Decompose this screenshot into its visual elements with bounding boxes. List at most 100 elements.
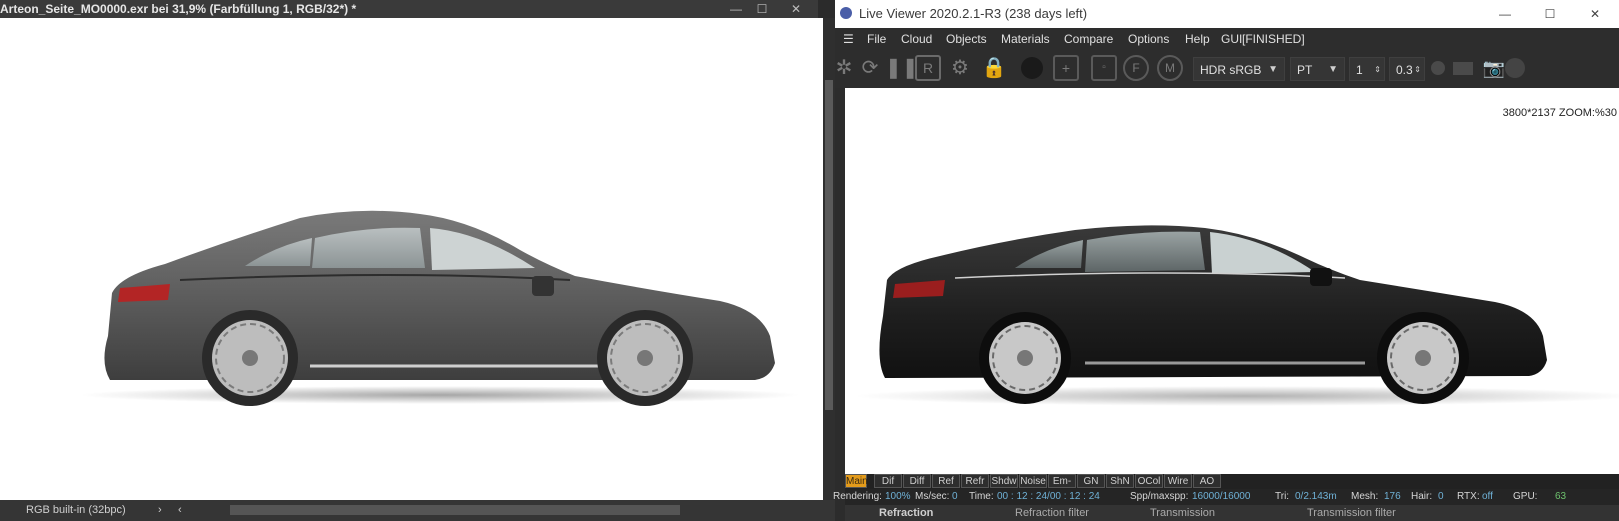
pass-main[interactable]: Main (845, 474, 868, 488)
kernel-select[interactable]: PT ▼ (1290, 57, 1345, 81)
color-profile-label: RGB built-in (32bpc) (26, 504, 126, 516)
tri-label: Tri: (1275, 491, 1290, 502)
menu-help[interactable]: Help (1185, 28, 1210, 50)
car-window-front (1210, 232, 1315, 274)
live-viewer-title: Live Viewer 2020.2.1-R3 (238 days left) (859, 6, 1088, 21)
gpu-value: 63 (1555, 491, 1567, 502)
time-value: 00 : 12 : 24/00 : 12 : 24 (997, 491, 1100, 502)
spp-label: Spp/maxspp: (1130, 491, 1189, 502)
render-toolbar: ✲ ⟳ ❚❚ R ⚙ 🔒 + ▫ F M HDR sRGB ▼ PT ▼ 1 ⇕… (835, 50, 1619, 88)
settings-icon[interactable]: ✲ (831, 55, 857, 81)
hair-label: Hair: (1411, 491, 1433, 502)
gpu-label: GPU: (1513, 491, 1538, 502)
close-icon[interactable]: ✕ (1585, 6, 1605, 22)
menu-file[interactable]: File (867, 28, 886, 50)
value-b-stepper[interactable]: 0.3 ⇕ (1389, 57, 1425, 81)
chevron-down-icon: ▼ (1268, 64, 1278, 75)
stepper-icon[interactable]: ⇕ (1414, 58, 1421, 82)
lock-icon[interactable]: 🔒 (981, 55, 1007, 81)
hamburger-menu-icon[interactable]: ☰ (843, 28, 854, 50)
transmission-filter-label[interactable]: Transmission filter (1307, 505, 1396, 521)
menu-gui[interactable]: GUI (1221, 28, 1242, 50)
close-icon[interactable]: ✕ (786, 1, 806, 17)
render-viewport[interactable]: 3800*2137 ZOOM:%30 (845, 88, 1619, 474)
pass-ref[interactable]: Ref (932, 474, 960, 488)
add-region-icon[interactable]: + (1053, 55, 1079, 81)
time-label: Time: (969, 491, 994, 502)
rendering-value: 100% (885, 491, 911, 502)
sphere-icon[interactable] (1505, 58, 1525, 78)
pause-icon[interactable]: ❚❚ (885, 55, 919, 81)
menu-objects[interactable]: Objects (946, 28, 987, 50)
refraction-label[interactable]: Refraction (879, 505, 933, 521)
render-pass-bar: Main Dif Diff Ref Refr Shdw Noise Em-Mm … (845, 474, 1619, 501)
pass-refr[interactable]: Refr (961, 474, 989, 488)
pass-shdw[interactable]: Shdw (990, 474, 1018, 488)
pass-diff[interactable]: Diff (903, 474, 931, 488)
focus-region-icon[interactable]: ▫ (1091, 55, 1117, 81)
region-render-icon[interactable]: R (915, 55, 941, 81)
material-ball-icon[interactable] (1021, 57, 1043, 79)
material-panel-strip: Refraction Refraction filter Transmissio… (845, 505, 1619, 521)
tri-value: 0/2.143m (1295, 491, 1337, 502)
pass-noise[interactable]: Noise (1019, 474, 1047, 488)
mssec-value: 0 (952, 491, 958, 502)
pass-em-mm[interactable]: Em-Mm (1048, 474, 1076, 501)
kernel-value: PT (1297, 63, 1313, 77)
color-space-select[interactable]: HDR sRGB ▼ (1193, 57, 1285, 81)
pass-ocol[interactable]: OCol (1135, 474, 1163, 488)
rtx-value: off (1482, 491, 1493, 502)
vertical-scroll-thumb[interactable] (825, 80, 833, 410)
render-status-bar: Rendering: 100% Ms/sec: 0 Time: 00 : 12 … (833, 489, 1619, 505)
menu-bar: ☰ File Cloud Objects Materials Compare O… (835, 28, 1619, 50)
camera-icon[interactable]: 📷 (1481, 55, 1507, 81)
gear-icon[interactable]: ⚙ (947, 55, 973, 81)
stepper-icon[interactable]: ⇕ (1374, 58, 1381, 82)
pass-wire[interactable]: Wire (1164, 474, 1192, 488)
minimize-icon[interactable]: — (726, 1, 746, 17)
refraction-filter-label[interactable]: Refraction filter (1015, 505, 1089, 521)
chevron-down-icon: ▼ (1328, 64, 1338, 75)
material-pick-icon[interactable]: M (1157, 55, 1183, 81)
render-state-label: [FINISHED] (1242, 32, 1305, 46)
pass-dif[interactable]: Dif (874, 474, 902, 488)
car-shadow (855, 386, 1619, 406)
transmission-label[interactable]: Transmission (1150, 505, 1215, 521)
focus-pick-icon[interactable]: F (1123, 55, 1149, 81)
value-a-stepper[interactable]: 1 ⇕ (1349, 57, 1385, 81)
menu-options[interactable]: Options (1128, 28, 1169, 50)
mesh-value: 176 (1384, 491, 1401, 502)
live-viewer-title-bar[interactable]: Live Viewer 2020.2.1-R3 (238 days left) … (835, 0, 1619, 28)
color-space-value: HDR sRGB (1200, 63, 1262, 77)
screen-icon[interactable] (1453, 62, 1473, 75)
vertical-scrollbar[interactable] (823, 18, 835, 500)
document-title: Arteon_Seite_MO0000.exr bei 31,9% (Farbf… (0, 2, 357, 16)
resolution-zoom-label: 3800*2137 ZOOM:%30 (1502, 107, 1617, 119)
menu-compare[interactable]: Compare (1064, 28, 1113, 50)
menu-materials[interactable]: Materials (1001, 28, 1050, 50)
spp-value: 16000/16000 (1192, 491, 1251, 502)
horizontal-scroll-thumb[interactable] (230, 505, 680, 515)
mssec-label: Ms/sec: (915, 491, 950, 502)
refresh-icon[interactable]: ⟳ (857, 55, 883, 81)
black-car-render (855, 225, 1619, 406)
chevron-left-icon[interactable]: ‹ (178, 500, 182, 521)
maximize-icon[interactable]: ☐ (1540, 6, 1560, 22)
mesh-label: Mesh: (1351, 491, 1379, 502)
rendering-label: Rendering: (833, 491, 882, 502)
car-wheel-rear (979, 312, 1071, 404)
document-title-bar[interactable]: Arteon_Seite_MO0000.exr bei 31,9% (Farbf… (0, 0, 818, 18)
document-canvas[interactable] (0, 18, 823, 500)
grey-car-render (80, 210, 800, 406)
pass-gn[interactable]: GN (1077, 474, 1105, 488)
menu-cloud[interactable]: Cloud (901, 28, 932, 50)
chevron-right-icon[interactable]: › (158, 500, 162, 521)
maximize-icon[interactable]: ☐ (752, 1, 772, 17)
rtx-label: RTX: (1457, 491, 1480, 502)
car-window-mid (1085, 231, 1205, 272)
minimize-icon[interactable]: — (1495, 6, 1515, 22)
pass-ao[interactable]: AO (1193, 474, 1221, 488)
car-wheel-front (1377, 312, 1469, 404)
dot-icon[interactable] (1431, 61, 1445, 75)
pass-shn[interactable]: ShN (1106, 474, 1134, 488)
